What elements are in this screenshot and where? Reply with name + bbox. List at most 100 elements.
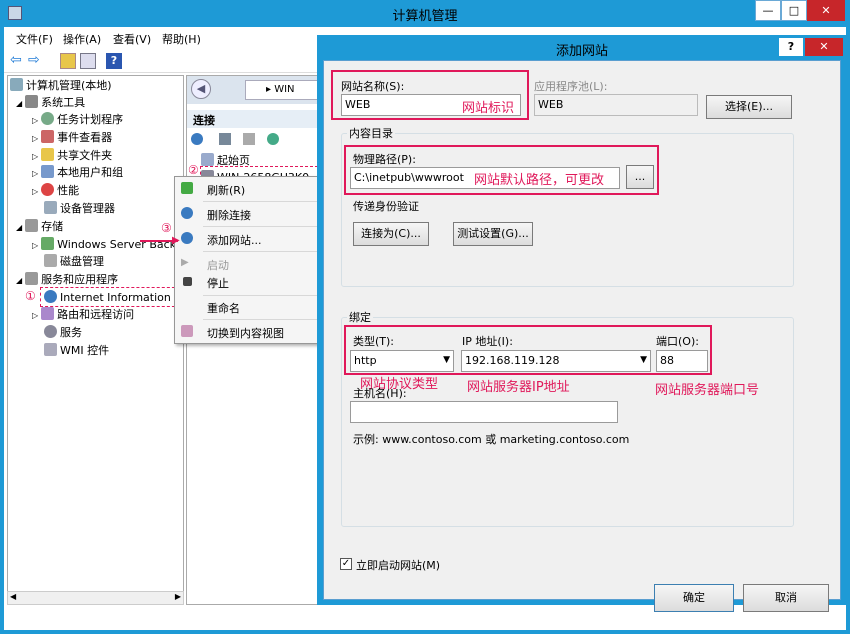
folder-icon xyxy=(41,148,55,161)
clock-icon xyxy=(41,112,55,125)
menu-action[interactable]: 操作(A) xyxy=(63,31,101,47)
tree-item-routing[interactable]: ▷ 路由和远程访问 xyxy=(32,307,134,324)
ctx-separator xyxy=(203,226,317,227)
tree-item-task-scheduler[interactable]: ▷ 任务计划程序 xyxy=(32,112,123,129)
collapse-icon[interactable]: ◢ xyxy=(16,276,22,285)
minimize-button[interactable]: — xyxy=(755,0,781,21)
tree-label: 事件查看器 xyxy=(57,131,113,144)
tree-item-local-users[interactable]: ▷ 本地用户和组 xyxy=(32,165,123,182)
collapse-icon[interactable]: ◢ xyxy=(16,223,22,232)
menu-file[interactable]: 文件(F) xyxy=(16,31,53,47)
up-folder-icon[interactable] xyxy=(60,53,76,69)
ctx-delete-connection[interactable]: 删除连接 xyxy=(207,207,251,223)
ctx-content-view[interactable]: 切换到内容视图 xyxy=(207,325,284,341)
pass-auth-label: 传递身份验证 xyxy=(353,200,419,213)
dialog-body: 网站名称(S): WEB 网站标识 应用程序池(L): WEB 选择(E)...… xyxy=(323,60,841,612)
connect-as-button[interactable]: 连接为(C)... xyxy=(353,222,429,246)
navigation-tree: 计算机管理(本地) ◢ 系统工具 ▷ 任务计划程序 ▷ 事件查看器 ▷ 共享文件夹 ▷ 本… xyxy=(7,75,184,605)
wmi-icon xyxy=(44,343,57,356)
ctx-stop[interactable]: 停止 xyxy=(207,275,229,291)
host-label: 主机名(H): xyxy=(353,387,407,400)
tree-item-services[interactable]: 服务 xyxy=(44,325,82,341)
address-text: WIN xyxy=(274,84,295,95)
dialog-help-button[interactable]: ? xyxy=(779,38,803,56)
tree-item-event-viewer[interactable]: ▷ 事件查看器 xyxy=(32,130,112,147)
connect-icon[interactable] xyxy=(267,133,279,145)
expand-icon[interactable]: ▷ xyxy=(32,152,38,161)
marker-one: ① xyxy=(25,289,36,303)
main-title-bar: 计算机管理 — □ ✕ xyxy=(0,0,850,27)
ctx-start: 启动 xyxy=(207,259,229,272)
tree-item-storage[interactable]: ◢ 存储 xyxy=(16,219,63,236)
app-pool-label: 应用程序池(L): xyxy=(534,80,608,93)
tree-label: 服务 xyxy=(60,326,82,339)
backup-icon xyxy=(41,237,55,250)
maximize-button[interactable]: □ xyxy=(781,0,807,21)
tree-item-device-manager[interactable]: 设备管理器 xyxy=(44,201,115,217)
scroll-right-icon[interactable]: ▶ xyxy=(175,592,181,601)
cancel-button[interactable]: 取消 xyxy=(743,584,829,612)
tree-horizontal-scrollbar[interactable]: ◀ ▶ xyxy=(7,591,184,605)
tree-item-shared-folders[interactable]: ▷ 共享文件夹 xyxy=(32,148,112,165)
tree-label: 性能 xyxy=(57,184,80,197)
scroll-left-icon[interactable]: ◀ xyxy=(10,592,16,601)
ctx-separator xyxy=(203,295,317,296)
tree-label: 服务和应用程序 xyxy=(41,273,119,286)
content-dir-title: 内容目录 xyxy=(347,125,395,141)
stop-icon xyxy=(183,277,192,286)
annotation-ip: 网站服务器IP地址 xyxy=(467,380,570,395)
menu-help[interactable]: 帮助(H) xyxy=(162,31,201,47)
show-tree-icon[interactable] xyxy=(80,53,96,69)
test-settings-button[interactable]: 测试设置(G)... xyxy=(453,222,533,246)
expand-icon[interactable]: ▷ xyxy=(32,116,38,125)
select-pool-button[interactable]: 选择(E)... xyxy=(706,95,792,119)
performance-icon xyxy=(41,183,55,196)
dialog-close-button[interactable]: ✕ xyxy=(805,38,843,56)
tree-item-system-tools[interactable]: ◢ 系统工具 xyxy=(16,95,85,112)
marker-two: ② xyxy=(188,163,199,177)
ctx-separator xyxy=(203,319,317,320)
physical-path-highlight xyxy=(344,145,659,195)
expand-icon[interactable]: ▷ xyxy=(32,134,38,143)
tree-label: 路由和远程访问 xyxy=(57,308,135,321)
expand-icon[interactable]: ▷ xyxy=(32,241,38,250)
services-apps-icon xyxy=(25,272,39,285)
address-field[interactable]: ▸ WIN xyxy=(245,80,321,100)
expand-icon[interactable]: ▷ xyxy=(32,187,38,196)
collapse-icon[interactable]: ◢ xyxy=(16,99,22,108)
back-icon[interactable]: ⇦ xyxy=(10,53,26,69)
autostart-checkbox[interactable]: ✓ xyxy=(340,558,352,570)
connect-globe-icon[interactable] xyxy=(191,133,203,145)
tree-label: 共享文件夹 xyxy=(57,149,113,162)
binding-highlight xyxy=(344,325,712,375)
expand-icon[interactable]: ▷ xyxy=(32,169,38,178)
expand-icon[interactable]: ▷ xyxy=(32,311,38,320)
tree-item-wmi[interactable]: WMI 控件 xyxy=(44,343,109,359)
tree-item-performance[interactable]: ▷ 性能 xyxy=(32,183,79,200)
address-bar: ◀ ▸ WIN xyxy=(187,76,321,104)
forward-icon[interactable]: ⇨ xyxy=(28,53,44,69)
tree-label: 磁盘管理 xyxy=(60,255,104,268)
device-icon xyxy=(44,201,57,214)
delete-connection-icon xyxy=(181,207,193,219)
host-input[interactable] xyxy=(350,401,618,423)
close-button[interactable]: ✕ xyxy=(807,0,845,21)
gear-icon xyxy=(44,325,57,338)
tree-item-disk-mgmt[interactable]: 磁盘管理 xyxy=(44,254,104,270)
ok-button[interactable]: 确定 xyxy=(654,584,734,612)
save-icon[interactable] xyxy=(219,133,231,145)
menu-view[interactable]: 查看(V) xyxy=(113,31,151,47)
help-icon[interactable]: ? xyxy=(106,53,122,69)
tree-label: 设备管理器 xyxy=(60,202,115,215)
ctx-rename[interactable]: 重命名 xyxy=(207,300,240,316)
connections-toolbar xyxy=(191,133,291,149)
tools-icon xyxy=(25,95,39,108)
ctx-separator xyxy=(203,251,317,252)
back-nav-icon[interactable]: ◀ xyxy=(191,79,211,99)
ctx-refresh[interactable]: 刷新(R) xyxy=(207,182,245,198)
ctx-add-website[interactable]: 添加网站... xyxy=(207,232,262,248)
tree-item-computer-mgmt[interactable]: 计算机管理(本地) xyxy=(10,78,112,94)
up-icon[interactable] xyxy=(243,133,255,145)
storage-icon xyxy=(25,219,39,232)
marker-three: ③ xyxy=(161,221,172,235)
